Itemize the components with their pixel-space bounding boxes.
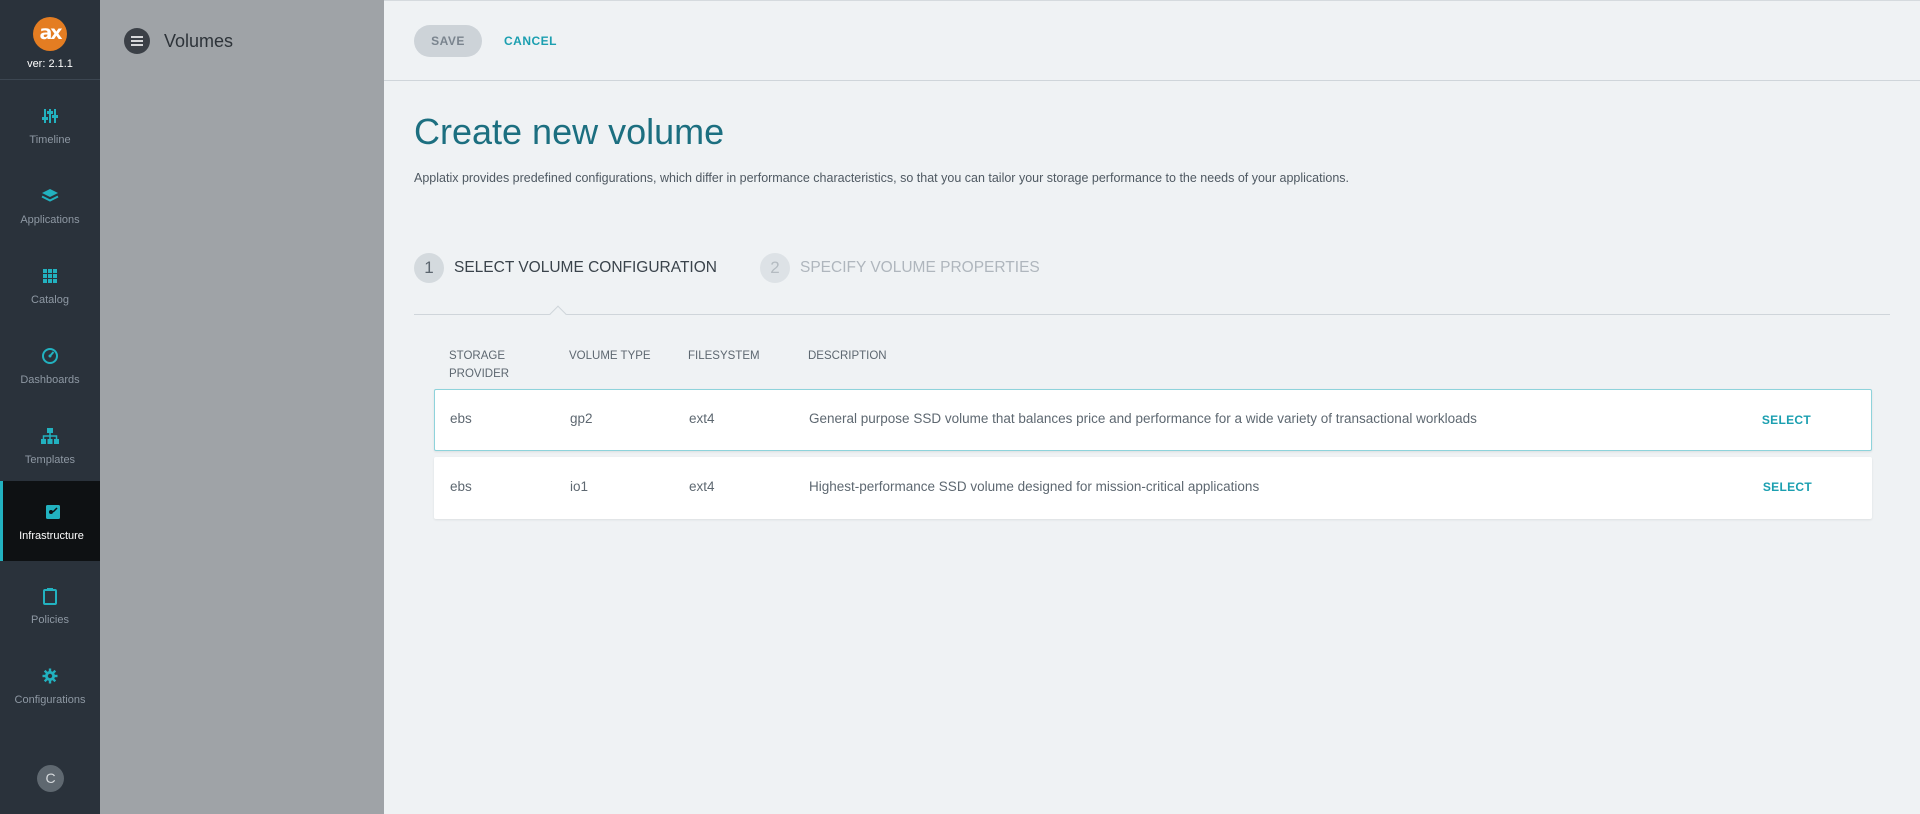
- sitemap-icon: [41, 428, 59, 444]
- table-row[interactable]: ebs io1 ext4 Highest-performance SSD vol…: [434, 457, 1872, 519]
- nav-item-catalog[interactable]: Catalog: [0, 245, 100, 325]
- step-specify-properties[interactable]: 2 SPECIFY VOLUME PROPERTIES: [760, 253, 1040, 283]
- cell-provider: ebs: [450, 411, 472, 426]
- nav-item-applications[interactable]: Applications: [0, 165, 100, 245]
- step-label: SELECT VOLUME CONFIGURATION: [454, 259, 717, 276]
- select-button[interactable]: SELECT: [1762, 390, 1811, 450]
- select-button[interactable]: SELECT: [1763, 457, 1812, 517]
- gear-icon: [42, 668, 58, 684]
- app-version: ver: 2.1.1: [27, 58, 73, 70]
- nav-label: Catalog: [31, 294, 69, 306]
- column-header-storage-provider: STORAGE PROVIDER: [449, 350, 510, 380]
- column-header-volume-type: VOLUME TYPE: [569, 350, 651, 362]
- main-content: SAVE CANCEL Create new volume Applatix p…: [384, 0, 1920, 814]
- nav-label: Templates: [24, 454, 76, 466]
- step-label: SPECIFY VOLUME PROPERTIES: [800, 259, 1040, 276]
- panel-header: Volumes: [124, 28, 233, 54]
- active-step-indicator: [549, 305, 567, 323]
- cell-description: Highest-performance SSD volume designed …: [809, 479, 1260, 494]
- cancel-button[interactable]: CANCEL: [504, 25, 557, 57]
- save-button[interactable]: SAVE: [414, 25, 482, 57]
- grid-icon: [43, 269, 57, 283]
- menu-icon[interactable]: [124, 28, 150, 54]
- cell-volume-type: io1: [570, 479, 589, 494]
- nav-item-configurations[interactable]: Configurations: [0, 645, 100, 725]
- toolbar: SAVE CANCEL: [384, 1, 1920, 81]
- nav-label: Configurations: [14, 694, 86, 706]
- nav-item-timeline[interactable]: Timeline: [0, 85, 100, 165]
- app-logo[interactable]: ax: [33, 17, 67, 51]
- cell-filesystem: ext4: [689, 479, 715, 494]
- step-number: 2: [760, 253, 790, 283]
- cell-description: General purpose SSD volume that balances…: [809, 411, 1477, 426]
- server-icon: [46, 505, 60, 519]
- nav-label: Timeline: [29, 134, 71, 146]
- nav-label: Dashboards: [20, 374, 80, 386]
- nav-item-dashboards[interactable]: Dashboards: [0, 325, 100, 405]
- sliders-icon: [42, 109, 58, 123]
- table-row[interactable]: ebs gp2 ext4 General purpose SSD volume …: [434, 389, 1872, 451]
- main-nav: ax ver: 2.1.1 Timeline Applications Cata…: [0, 0, 100, 814]
- side-panel: Volumes: [100, 0, 384, 814]
- nav-label: Infrastructure: [19, 530, 84, 542]
- column-header-description: DESCRIPTION: [808, 350, 887, 362]
- clipboard-icon: [43, 588, 57, 605]
- nav-item-infrastructure[interactable]: Infrastructure: [0, 481, 100, 561]
- nav-label: Applications: [20, 214, 80, 226]
- column-header-filesystem: FILESYSTEM: [688, 350, 760, 362]
- user-avatar[interactable]: C: [37, 765, 64, 792]
- step-number: 1: [414, 253, 444, 283]
- cell-filesystem: ext4: [689, 411, 715, 426]
- cell-provider: ebs: [450, 479, 472, 494]
- panel-title: Volumes: [164, 30, 234, 51]
- nav-label: Policies: [31, 614, 69, 626]
- step-select-configuration[interactable]: 1 SELECT VOLUME CONFIGURATION: [414, 253, 717, 283]
- steps-divider: [414, 314, 1890, 315]
- gauge-icon: [42, 348, 58, 364]
- nav-item-templates[interactable]: Templates: [0, 405, 100, 485]
- brand: ax ver: 2.1.1: [0, 0, 100, 80]
- cell-volume-type: gp2: [570, 411, 593, 426]
- layers-icon: [41, 189, 59, 202]
- page-title: Create new volume: [414, 111, 725, 152]
- page-description: Applatix provides predefined configurati…: [414, 171, 1349, 185]
- nav-item-policies[interactable]: Policies: [0, 565, 100, 645]
